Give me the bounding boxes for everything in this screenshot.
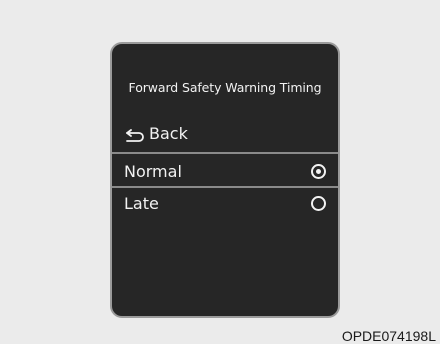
back-label: Back (149, 124, 188, 143)
image-code: OPDE074198L (341, 328, 436, 344)
return-arrow-icon (124, 127, 146, 142)
display-screen: Forward Safety Warning Timing Back Norma… (110, 42, 340, 318)
screen-title: Forward Safety Warning Timing (128, 80, 322, 95)
option-label: Normal (124, 161, 182, 181)
radio-selected-icon (311, 163, 326, 179)
divider (112, 186, 338, 188)
option-late[interactable]: Late (112, 190, 338, 216)
back-button[interactable]: Back (124, 124, 188, 143)
option-normal[interactable]: Normal (112, 158, 338, 184)
option-label: Late (124, 193, 159, 213)
divider (112, 152, 338, 154)
radio-unselected-icon (311, 195, 326, 211)
